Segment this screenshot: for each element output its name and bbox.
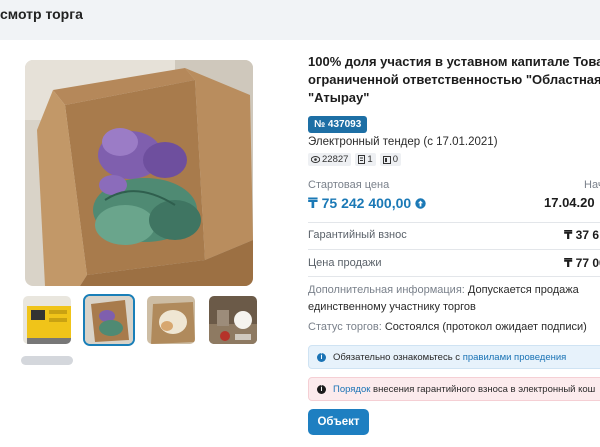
- lot-title-line: 100% доля участия в уставном капитале То…: [308, 54, 600, 69]
- deposit-label: Гарантийный взнос: [308, 229, 407, 241]
- page-title: смотр торга: [0, 6, 83, 22]
- lot-title-line: ограниченной ответственностью "Областная…: [308, 72, 600, 87]
- divider: [308, 276, 600, 277]
- rules-alert: i Обязательно ознакомьтесь с правилами п…: [308, 345, 600, 369]
- thumbnail-box-cream[interactable]: [145, 294, 197, 346]
- main-lot-photo[interactable]: [25, 60, 253, 286]
- document-icon: [358, 155, 366, 164]
- bids-stat: 0: [379, 153, 402, 166]
- docs-stat: 1: [355, 153, 376, 166]
- bids-count: 0: [392, 154, 399, 165]
- deposit-alert: i Порядок внесения гарантийного взноса в…: [308, 377, 600, 401]
- divider: [308, 249, 600, 250]
- table-items-thumb-image: [209, 296, 257, 344]
- extra-info-value: Допускается продажа: [467, 284, 579, 296]
- start-price-label: Стартовая цена: [308, 179, 390, 191]
- box-cream-thumb-image: [147, 296, 195, 344]
- thumbnail-box-purple[interactable]: [83, 294, 135, 346]
- generator-thumb-image: [23, 296, 71, 344]
- views-count: 22827: [322, 154, 349, 165]
- status-label: Статус торгов:: [308, 321, 382, 333]
- extra-info-label: Дополнительная информация:: [308, 284, 465, 296]
- info-icon: i: [317, 385, 326, 394]
- start-price: ₸ 75 242 400,00: [308, 195, 426, 212]
- lot-details: 100% доля участия в уставном капитале То…: [308, 0, 600, 447]
- docs-count: 1: [367, 154, 373, 165]
- box-photo-illustration: [25, 60, 253, 286]
- auction-status: Статус торгов: Состоялся (протокол ожида…: [308, 321, 587, 333]
- lot-stats: 22827 1 0: [308, 153, 402, 166]
- box-purple-thumb-image: [85, 296, 133, 344]
- eye-icon: [311, 156, 320, 163]
- deposit-alert-text: внесения гарантийного взноса в электронн…: [370, 384, 596, 395]
- thumbnail-scrollbar[interactable]: [21, 356, 73, 365]
- extra-info: Дополнительная информация: Допускается п…: [308, 282, 600, 316]
- start-date-label: Нач: [584, 179, 600, 191]
- start-date-value: 17.04.20: [544, 195, 595, 210]
- tender-type: Электронный тендер (с 17.01.2021): [308, 136, 498, 148]
- bids-icon: [382, 155, 391, 164]
- deposit-procedure-link[interactable]: Порядок: [333, 384, 370, 395]
- info-icon: i: [317, 353, 326, 362]
- deposit-value: ₸ 37 6: [564, 228, 600, 242]
- views-stat: 22827: [308, 153, 352, 166]
- divider: [308, 222, 600, 223]
- thumbnail-generator[interactable]: [21, 294, 73, 346]
- lot-title-line: "Атырау": [308, 90, 370, 105]
- lot-title: 100% доля участия в уставном капитале То…: [308, 53, 600, 107]
- sale-price-value: ₸ 77 00: [564, 256, 600, 270]
- sale-price-label: Цена продажи: [308, 257, 382, 269]
- status-value: Состоялся (протокол ожидает подписи): [384, 321, 587, 333]
- rules-alert-text: Обязательно ознакомьтесь с: [333, 352, 463, 363]
- lot-number-badge: № 437093: [308, 116, 368, 133]
- rules-link[interactable]: правилами проведения: [463, 352, 567, 363]
- extra-info-value-continued: единственному участнику торгов: [308, 301, 476, 313]
- arrow-up-circle-icon[interactable]: [415, 198, 426, 209]
- start-price-value: ₸ 75 242 400,00: [308, 195, 412, 211]
- thumbnail-strip: [21, 294, 281, 348]
- thumbnail-table-items[interactable]: [207, 294, 259, 346]
- object-button[interactable]: Объект: [308, 409, 369, 435]
